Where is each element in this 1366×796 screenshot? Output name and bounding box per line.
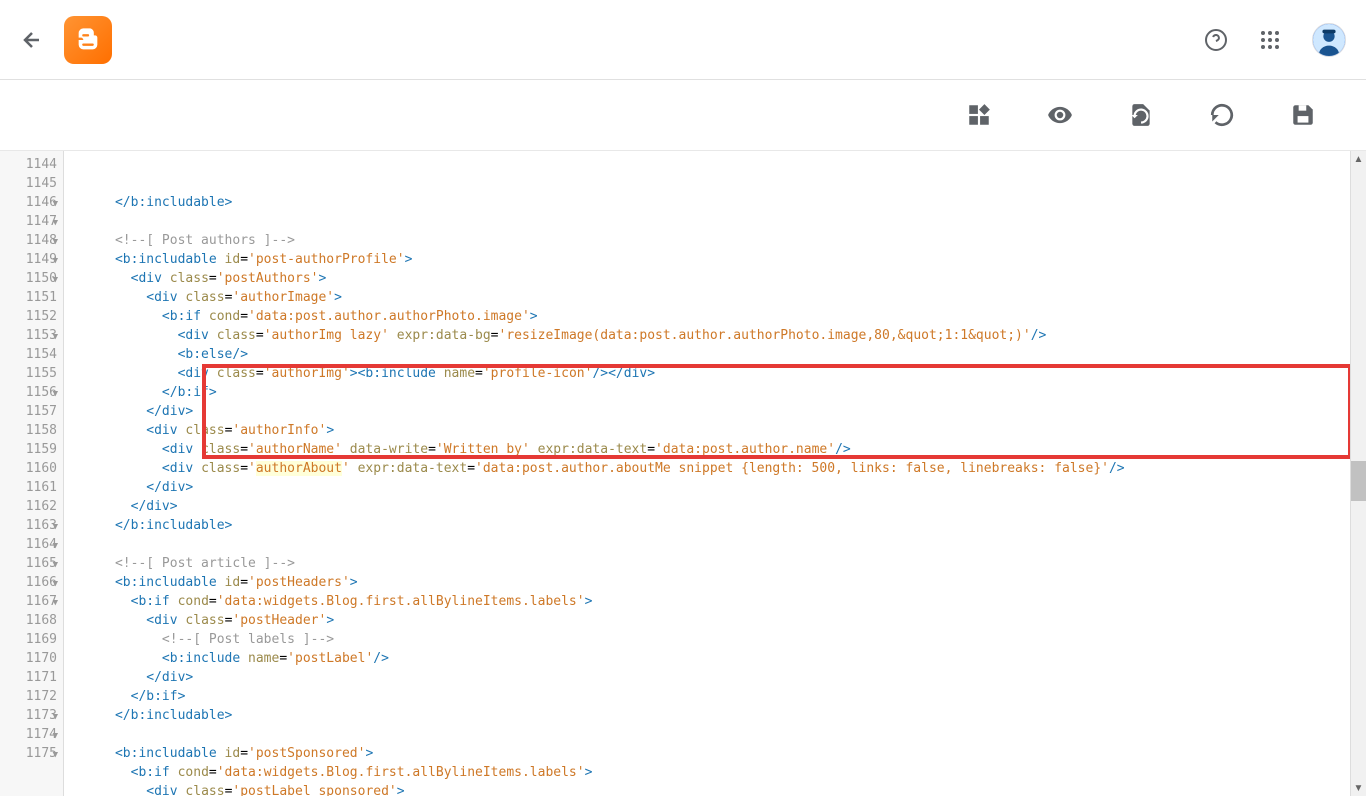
code-line[interactable]: <div class='postAuthors'>	[68, 269, 1350, 288]
header	[0, 0, 1366, 80]
line-number: 1166▼	[0, 573, 57, 592]
line-number: 1161	[0, 478, 57, 497]
code-line[interactable]: <div class='authorImage'>	[68, 288, 1350, 307]
code-line[interactable]: <div class='authorImg lazy' expr:data-bg…	[68, 326, 1350, 345]
line-number: 1149▼	[0, 250, 57, 269]
line-number: 1144	[0, 155, 57, 174]
line-number: 1145	[0, 174, 57, 193]
code-line[interactable]: <b:if cond='data:widgets.Blog.first.allB…	[68, 763, 1350, 782]
line-number: 1158	[0, 421, 57, 440]
line-number: 1164▼	[0, 535, 57, 554]
line-number: 1173▼	[0, 706, 57, 725]
preview-icon[interactable]	[1047, 102, 1073, 128]
line-number: 1160	[0, 459, 57, 478]
code-line[interactable]: </b:includable>	[68, 516, 1350, 535]
code-line[interactable]: <div class='postHeader'>	[68, 611, 1350, 630]
line-gutter: 114411451146▼1147▼1148▼1149▼1150▼1151115…	[0, 151, 64, 796]
code-line[interactable]: <b:includable id='postSponsored'>	[68, 744, 1350, 763]
code-line[interactable]: <div class='authorName' data-write='Writ…	[68, 440, 1350, 459]
line-number: 1152	[0, 307, 57, 326]
code-line[interactable]	[68, 725, 1350, 744]
help-icon[interactable]	[1204, 28, 1228, 52]
code-line[interactable]: <b:includable id='post-authorProfile'>	[68, 250, 1350, 269]
code-line[interactable]: <div class='postLabel sponsored'>	[68, 782, 1350, 796]
line-number: 1151	[0, 288, 57, 307]
line-number: 1165▼	[0, 554, 57, 573]
apps-icon[interactable]	[1258, 28, 1282, 52]
line-number: 1150▼	[0, 269, 57, 288]
code-line[interactable]: <div class='authorImg'><b:include name='…	[68, 364, 1350, 383]
header-right	[1204, 23, 1346, 57]
code-line[interactable]: </div>	[68, 478, 1350, 497]
line-number: 1154	[0, 345, 57, 364]
line-number: 1168	[0, 611, 57, 630]
code-line[interactable]: </b:includable>	[68, 706, 1350, 725]
line-number: 1157	[0, 402, 57, 421]
line-number: 1163▼	[0, 516, 57, 535]
widgets-icon[interactable]	[966, 102, 992, 128]
code-line[interactable]: <b:else/>	[68, 345, 1350, 364]
editor-toolbar	[0, 80, 1366, 150]
scrollbar-thumb[interactable]	[1351, 461, 1366, 501]
code-line[interactable]: </b:if>	[68, 383, 1350, 402]
scroll-up-icon[interactable]: ▲	[1351, 151, 1366, 167]
line-number: 1174▼	[0, 725, 57, 744]
code-line[interactable]: </b:includable>	[68, 193, 1350, 212]
vertical-scrollbar[interactable]: ▲ ▼	[1350, 151, 1366, 796]
code-line[interactable]	[68, 212, 1350, 231]
code-line[interactable]: <!--[ Post authors ]-->	[68, 231, 1350, 250]
code-line[interactable]: <div class='authorInfo'>	[68, 421, 1350, 440]
scroll-down-icon[interactable]: ▼	[1351, 780, 1366, 796]
fold-icon[interactable]: ▼	[53, 746, 58, 765]
line-number: 1175▼	[0, 744, 57, 763]
code-line[interactable]: <b:if cond='data:widgets.Blog.first.allB…	[68, 592, 1350, 611]
code-line[interactable]: <b:include name='postLabel'/>	[68, 649, 1350, 668]
revert-icon[interactable]	[1128, 102, 1154, 128]
line-number: 1147▼	[0, 212, 57, 231]
avatar[interactable]	[1312, 23, 1346, 57]
line-number: 1153▼	[0, 326, 57, 345]
line-number: 1169	[0, 630, 57, 649]
save-icon[interactable]	[1290, 102, 1316, 128]
line-number: 1148▼	[0, 231, 57, 250]
undo-icon[interactable]	[1209, 102, 1235, 128]
line-number: 1167▼	[0, 592, 57, 611]
code-line[interactable]: </div>	[68, 402, 1350, 421]
code-area[interactable]: </b:includable> <!--[ Post authors ]--> …	[64, 151, 1350, 796]
header-left	[20, 16, 112, 64]
code-line[interactable]: <div class='authorAbout' expr:data-text=…	[68, 459, 1350, 478]
line-number: 1162	[0, 497, 57, 516]
code-line[interactable]: </div>	[68, 668, 1350, 687]
back-icon[interactable]	[20, 28, 44, 52]
line-number: 1155	[0, 364, 57, 383]
line-number: 1170	[0, 649, 57, 668]
line-number: 1156▼	[0, 383, 57, 402]
line-number: 1159	[0, 440, 57, 459]
code-editor: 114411451146▼1147▼1148▼1149▼1150▼1151115…	[0, 150, 1366, 796]
code-line[interactable]: <b:includable id='postHeaders'>	[68, 573, 1350, 592]
code-line[interactable]: <!--[ Post article ]-->	[68, 554, 1350, 573]
line-number: 1146▼	[0, 193, 57, 212]
code-line[interactable]	[68, 535, 1350, 554]
line-number: 1171	[0, 668, 57, 687]
code-line[interactable]: <!--[ Post labels ]-->	[68, 630, 1350, 649]
line-number: 1172	[0, 687, 57, 706]
code-line[interactable]: </b:if>	[68, 687, 1350, 706]
blogger-logo[interactable]	[64, 16, 112, 64]
code-line[interactable]: </div>	[68, 497, 1350, 516]
code-line[interactable]: <b:if cond='data:post.author.authorPhoto…	[68, 307, 1350, 326]
